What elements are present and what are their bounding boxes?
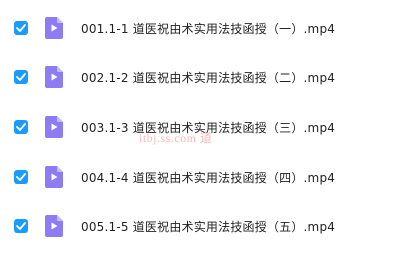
file-name: 001.1-1 道医祝由术实用法技函授（一）.mp4 — [81, 21, 336, 36]
video-file-icon — [45, 66, 63, 88]
file-name: 003.1-3 道医祝由术实用法技函授（三）.mp4 — [81, 120, 336, 135]
check-icon — [16, 222, 26, 230]
checkbox-checked[interactable] — [14, 70, 28, 84]
checkbox-checked[interactable] — [14, 170, 28, 184]
video-file-icon — [45, 215, 63, 237]
list-item[interactable]: 005.1-5 道医祝由术实用法技函授（五）.mp4 — [0, 201, 393, 251]
checkbox-checked[interactable] — [14, 120, 28, 134]
list-item[interactable]: 002.1-2 道医祝由术实用法技函授（二）.mp4 — [0, 52, 393, 102]
check-icon — [16, 123, 26, 131]
file-name: 004.1-4 道医祝由术实用法技函授（四）.mp4 — [81, 170, 336, 185]
video-file-icon — [45, 166, 63, 188]
file-name: 002.1-2 道医祝由术实用法技函授（二）.mp4 — [81, 70, 336, 85]
list-item[interactable]: 004.1-4 道医祝由术实用法技函授（四）.mp4 — [0, 152, 393, 202]
checkbox-checked[interactable] — [14, 21, 28, 35]
video-file-icon — [45, 116, 63, 138]
file-name: 005.1-5 道医祝由术实用法技函授（五）.mp4 — [81, 219, 336, 234]
checkbox-checked[interactable] — [14, 219, 28, 233]
list-item[interactable]: 003.1-3 道医祝由术实用法技函授（三）.mp4 — [0, 102, 393, 152]
video-file-icon — [45, 17, 63, 39]
check-icon — [16, 73, 26, 81]
list-item[interactable]: 001.1-1 道医祝由术实用法技函授（一）.mp4 — [0, 3, 393, 53]
check-icon — [16, 173, 26, 181]
file-list: 001.1-1 道医祝由术实用法技函授（一）.mp4 002.1-2 道医祝由术… — [0, 0, 393, 255]
check-icon — [16, 24, 26, 32]
